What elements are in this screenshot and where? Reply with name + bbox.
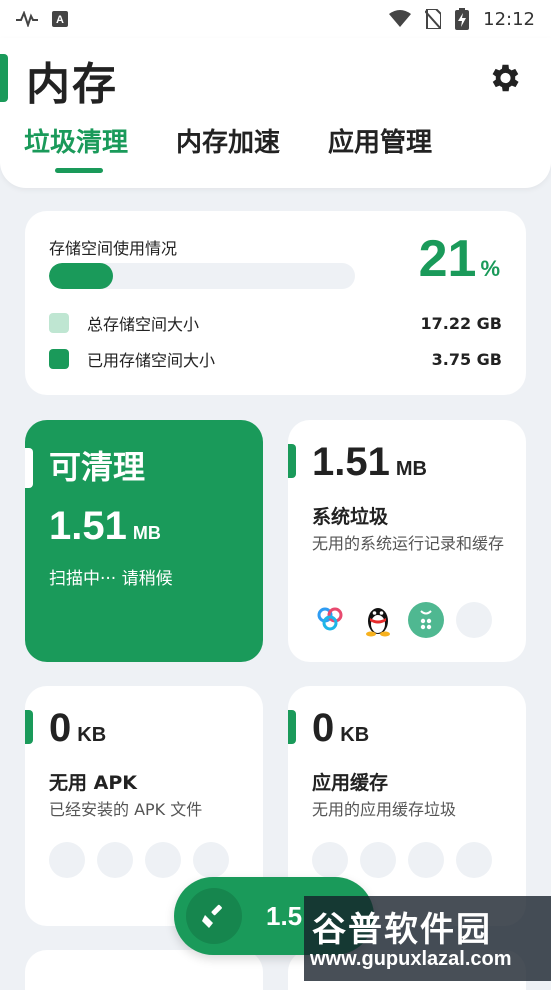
- placeholder-icon: [193, 842, 229, 878]
- apk-icon-placeholders: [49, 842, 229, 878]
- scan-status: 扫描中··· 请稍候: [49, 569, 173, 589]
- tab-memory-boost[interactable]: 内存加速: [176, 122, 280, 173]
- gear-icon[interactable]: [486, 60, 522, 96]
- legend-used-value: 3.75 GB: [431, 349, 502, 369]
- storage-progress-fill: [49, 263, 114, 289]
- cache-size-unit: KB: [340, 724, 370, 746]
- legend-used-label: 已用存储空间大小: [87, 351, 216, 370]
- cleanable-size-value: 1.51: [49, 504, 127, 548]
- legend-total-row: 总存储空间大小 17.22 GB: [49, 311, 502, 335]
- placeholder-app-icon: [456, 602, 492, 638]
- system-junk-size-unit: MB: [395, 458, 427, 480]
- system-junk-card[interactable]: 1.51 MB 系统垃圾 无用的系统运行记录和缓存: [288, 420, 526, 662]
- apk-accent-bar: [25, 710, 33, 744]
- cache-size-value: 0: [312, 706, 335, 750]
- cache-title: 应用缓存: [312, 772, 389, 794]
- watermark-url: www.gupuxlazal.com: [310, 948, 512, 970]
- legend-total-swatch: [49, 313, 69, 333]
- cache-size: 0 KB: [312, 706, 369, 751]
- keyboard-a-icon: A: [52, 11, 68, 27]
- qq-penguin-icon: [360, 602, 396, 638]
- placeholder-icon: [312, 842, 348, 878]
- cache-desc: 无用的应用缓存垃圾: [312, 800, 457, 819]
- legend-total-value: 17.22 GB: [420, 313, 502, 333]
- cache-accent-bar: [288, 710, 296, 744]
- tab-bar: 垃圾清理 内存加速 应用管理: [24, 122, 432, 173]
- legend-used-swatch: [49, 349, 69, 369]
- next-card-left: [25, 950, 263, 990]
- storage-progress-bar: [49, 263, 355, 289]
- apk-size-unit: KB: [77, 724, 107, 746]
- system-junk-accent-bar: [288, 444, 296, 478]
- placeholder-icon: [49, 842, 85, 878]
- tab-app-manager[interactable]: 应用管理: [328, 122, 432, 173]
- battery-charging-icon: [455, 8, 470, 30]
- cleanable-title: 可清理: [49, 448, 146, 486]
- storage-percent-value: 21: [418, 230, 477, 288]
- baidu-netdisk-icon: [312, 602, 348, 638]
- legend-total-label: 总存储空间大小: [87, 315, 200, 334]
- svg-text:A: A: [56, 14, 64, 26]
- storage-usage-label: 存储空间使用情况: [49, 239, 178, 258]
- clean-button-label: 1.5: [266, 900, 303, 931]
- status-bar: A 12:12: [0, 0, 551, 38]
- system-junk-size-value: 1.51: [312, 440, 390, 484]
- green-app-icon: [408, 602, 444, 638]
- apk-desc: 已经安装的 APK 文件: [49, 800, 203, 819]
- cleanable-size-unit: MB: [132, 523, 161, 543]
- legend-used-row: 已用存储空间大小 3.75 GB: [49, 347, 502, 371]
- watermark-title: 谷普软件园: [312, 910, 492, 950]
- clock: 12:12: [483, 8, 535, 30]
- storage-percent-unit: %: [480, 256, 500, 281]
- placeholder-icon: [408, 842, 444, 878]
- placeholder-icon: [97, 842, 133, 878]
- cleanable-card[interactable]: 可清理 1.51 MB 扫描中··· 请稍候: [25, 420, 263, 662]
- cleanable-size: 1.51 MB: [49, 504, 161, 549]
- system-junk-title: 系统垃圾: [312, 506, 389, 528]
- storage-usage-card: 存储空间使用情况 21% 总存储空间大小 17.22 GB 已用存储空间大小 3…: [25, 211, 526, 395]
- apk-size-value: 0: [49, 706, 72, 750]
- placeholder-icon: [360, 842, 396, 878]
- header: 内存 垃圾清理 内存加速 应用管理: [0, 38, 551, 188]
- cleanable-accent-bar: [25, 448, 33, 488]
- system-junk-app-icons: [312, 602, 492, 638]
- system-junk-size: 1.51 MB: [312, 440, 427, 485]
- placeholder-icon: [456, 842, 492, 878]
- cache-icon-placeholders: [312, 842, 492, 878]
- apk-size: 0 KB: [49, 706, 106, 751]
- activity-icon: [16, 11, 38, 27]
- page-title: 内存: [26, 59, 118, 110]
- no-sim-icon: [425, 9, 442, 29]
- tab-junk-clean[interactable]: 垃圾清理: [24, 122, 128, 173]
- broom-icon: [186, 888, 242, 944]
- wifi-icon: [389, 10, 412, 27]
- watermark: 谷普软件园 www.gupuxlazal.com: [304, 896, 551, 981]
- system-junk-desc: 无用的系统运行记录和缓存: [312, 534, 505, 553]
- title-accent-bar: [0, 54, 8, 102]
- apk-title: 无用 APK: [49, 772, 137, 794]
- storage-percent: 21%: [419, 229, 500, 289]
- placeholder-icon: [145, 842, 181, 878]
